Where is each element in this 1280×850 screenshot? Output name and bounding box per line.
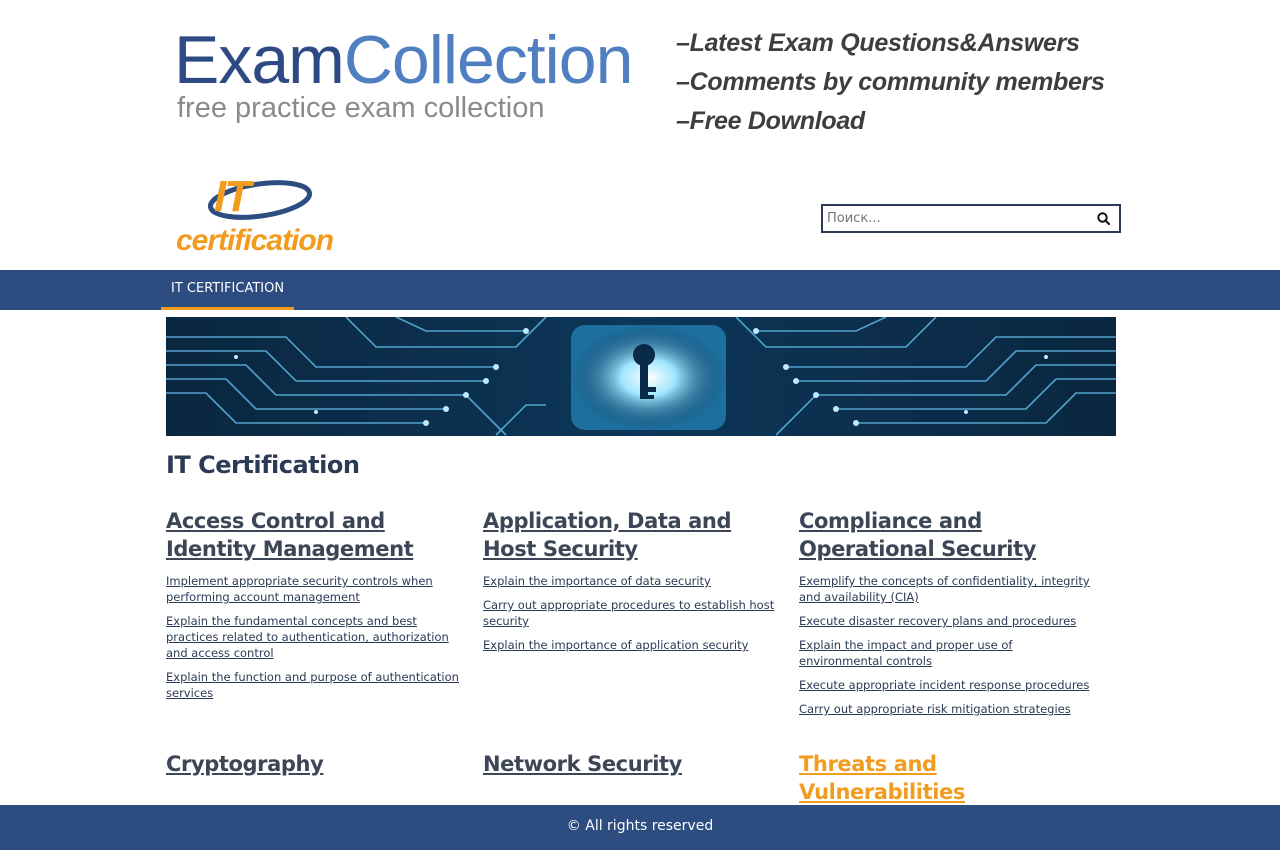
category-column: Access Control and Identity Management I… (166, 507, 461, 709)
topic-link[interactable]: Explain the impact and proper use of env… (799, 637, 1094, 669)
banner-features: –Latest Exam Questions&Answers –Comments… (676, 24, 1105, 141)
search-box (821, 204, 1121, 233)
copyright-text: © All rights reserved (566, 818, 714, 834)
banner-feature: –Latest Exam Questions&Answers (676, 29, 1080, 57)
search-icon[interactable] (1095, 210, 1113, 228)
circuit-lock-illustration (166, 317, 1116, 436)
banner-feature: –Free Download (676, 107, 865, 135)
category-title-link[interactable]: Cryptography (166, 750, 461, 778)
site-logo[interactable]: IT certification (172, 172, 352, 264)
category-link-list: Implement appropriate security controls … (166, 573, 461, 701)
topic-link[interactable]: Implement appropriate security controls … (166, 573, 461, 605)
topic-link[interactable]: Carry out appropriate procedures to esta… (483, 597, 778, 629)
category-column: Cryptography (166, 750, 461, 778)
topic-link[interactable]: Exemplify the concepts of confidentialit… (799, 573, 1094, 605)
category-title-link[interactable]: Network Security (483, 750, 778, 778)
topic-link[interactable]: Explain the function and purpose of auth… (166, 669, 461, 701)
footer: © All rights reserved (0, 805, 1280, 850)
main-nav: IT CERTIFICATION (0, 270, 1280, 310)
category-column: Compliance and Operational Security Exem… (799, 507, 1094, 725)
logo-swoosh-icon (207, 180, 313, 220)
nav-item-it-certification[interactable]: IT CERTIFICATION (161, 270, 295, 310)
logo-it-text: IT (214, 172, 251, 221)
category-column: Threats and Vulnerabilities (799, 750, 1094, 806)
category-column: Network Security (483, 750, 778, 778)
banner-feature: –Comments by community members (676, 68, 1105, 96)
topic-link[interactable]: Execute disaster recovery plans and proc… (799, 613, 1094, 629)
logo-certification-text: certification (176, 224, 334, 257)
topic-link[interactable]: Execute appropriate incident response pr… (799, 677, 1094, 693)
topic-link[interactable]: Explain the fundamental concepts and bes… (166, 613, 461, 661)
topic-link[interactable]: Explain the importance of application se… (483, 637, 778, 653)
category-title-link[interactable]: Access Control and Identity Management (166, 507, 461, 563)
category-link-list: Explain the importance of data security … (483, 573, 778, 653)
hero-image (166, 317, 1116, 436)
logo-exam-text: Exam (174, 22, 345, 98)
category-link-list: Exemplify the concepts of confidentialit… (799, 573, 1094, 717)
category-title-link[interactable]: Compliance and Operational Security (799, 507, 1094, 563)
category-column: Application, Data and Host Security Expl… (483, 507, 778, 661)
exam-collection-banner[interactable]: ExamCollection free practice exam collec… (166, 18, 1116, 143)
logo-collection-text: Collection (343, 22, 634, 98)
search-input[interactable] (827, 208, 1087, 229)
category-title-link[interactable]: Application, Data and Host Security (483, 507, 778, 563)
exam-collection-logo: ExamCollection free practice exam collec… (174, 22, 634, 125)
category-title-link-hovered[interactable]: Threats and Vulnerabilities (799, 750, 1094, 806)
topic-link[interactable]: Explain the importance of data security (483, 573, 778, 589)
page-title: IT Certification (166, 451, 360, 479)
topic-link[interactable]: Carry out appropriate risk mitigation st… (799, 701, 1094, 717)
